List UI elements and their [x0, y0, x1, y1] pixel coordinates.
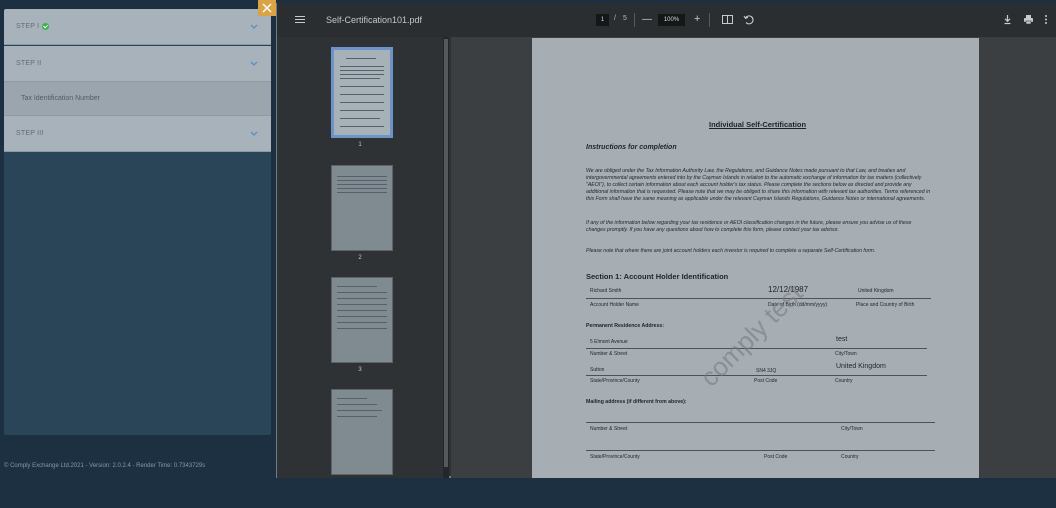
- page-number-input[interactable]: 1: [596, 14, 609, 26]
- thumbnail-scrollbar-thumb[interactable]: [444, 39, 448, 467]
- city-value: test: [836, 336, 848, 343]
- account-holder-name-value: Richard Smith: [590, 288, 622, 294]
- instructions-paragraph-3: Please note that where there are joint a…: [586, 248, 876, 254]
- thumbnail-page-number: 1: [358, 142, 362, 148]
- place-of-birth-value: United Kingdom: [858, 288, 894, 294]
- account-holder-name-label: Account Holder Name: [590, 302, 639, 308]
- chevron-down-icon[interactable]: [249, 23, 259, 31]
- step-ii-sub-item[interactable]: Tax Identification Number: [4, 82, 271, 116]
- more-options-icon[interactable]: [1042, 13, 1050, 26]
- pdf-viewer: Self-Certification101.pdf 1 / 5 — 100% +: [276, 3, 1056, 478]
- post-code-label: Post Code: [754, 378, 778, 384]
- field-underline: [586, 422, 935, 423]
- page-thumbnail-current[interactable]: [331, 47, 393, 138]
- field-underline: [586, 450, 935, 451]
- city-label: City/Town: [835, 351, 857, 357]
- step-i-header[interactable]: STEP I: [4, 9, 271, 45]
- section-1-title: Section 1: Account Holder Identification: [586, 272, 729, 281]
- step-iii-header[interactable]: STEP III: [4, 116, 271, 152]
- mailing-country-label: Country: [841, 454, 859, 460]
- page-total: 5: [623, 15, 627, 22]
- chevron-down-icon[interactable]: [249, 130, 259, 138]
- zoom-out-button[interactable]: —: [642, 14, 652, 26]
- permanent-address-label: Permanent Residence Address:: [586, 323, 664, 329]
- street-value: 5 Elmont Avenue: [590, 339, 628, 345]
- document-heading: Individual Self-Certification: [709, 120, 807, 129]
- page-separator: /: [614, 15, 616, 22]
- footer-version-text: © Comply Exchange Ltd.2021 - Version: 2.…: [4, 463, 206, 469]
- instructions-heading: Instructions for completion: [586, 144, 677, 151]
- chevron-down-icon[interactable]: [249, 60, 259, 68]
- pdf-toolbar: Self-Certification101.pdf 1 / 5 — 100% +: [277, 3, 1056, 37]
- step-ii-title: STEP II: [16, 60, 41, 67]
- step-iii-title: STEP III: [16, 130, 44, 137]
- download-icon[interactable]: [1001, 13, 1014, 26]
- mailing-address-label: Mailing address (if different from above…: [586, 399, 687, 405]
- field-underline: [586, 375, 927, 376]
- thumbnail-page-number: 2: [358, 255, 362, 261]
- step-ii-label: STEP II: [16, 60, 42, 67]
- step-iii-label: STEP III: [16, 130, 44, 137]
- country-value: United Kingdom: [836, 363, 886, 370]
- page-scrollbar[interactable]: [1051, 37, 1056, 478]
- close-icon[interactable]: [258, 0, 276, 16]
- state-value: Sutton: [590, 367, 605, 373]
- country-label: Country: [835, 378, 853, 384]
- state-label: State/Province/County: [590, 378, 640, 384]
- document-title: Self-Certification101.pdf: [326, 15, 423, 25]
- pdf-page: Individual Self-Certification Instructio…: [532, 38, 979, 478]
- thumbnail-page-number: 3: [358, 367, 362, 373]
- thumbnail-sidebar: 1 2 3: [277, 37, 443, 478]
- street-label: Number & Street: [590, 351, 628, 357]
- page-thumbnail[interactable]: [331, 165, 393, 251]
- tax-identification-number-link: Tax Identification Number: [21, 95, 100, 102]
- step-i-label: STEP I: [16, 23, 40, 30]
- instructions-paragraph-1: We are obliged under the Tax Information…: [586, 168, 931, 203]
- page-thumbnail[interactable]: [331, 389, 393, 475]
- toolbar-divider: [709, 13, 710, 27]
- rotate-icon[interactable]: [742, 13, 755, 26]
- mailing-street-label: Number & Street: [590, 426, 628, 432]
- wizard-panel: STEP I STEP II Tax Identification Number…: [4, 9, 271, 435]
- fit-page-icon[interactable]: [721, 13, 734, 26]
- page-thumbnail[interactable]: [331, 277, 393, 363]
- zoom-in-button[interactable]: +: [694, 13, 700, 26]
- menu-icon[interactable]: [295, 16, 305, 25]
- mailing-city-label: City/Town: [841, 426, 863, 432]
- post-code-value: SN4 3JQ: [756, 368, 777, 374]
- thumbnail-scrollbar[interactable]: [443, 37, 449, 478]
- mailing-state-label: State/Province/County: [590, 454, 640, 460]
- toolbar-divider: [634, 13, 635, 27]
- mailing-post-code-label: Post Code: [764, 454, 788, 460]
- print-icon[interactable]: [1022, 13, 1035, 26]
- step-i-title: STEP I: [16, 23, 50, 30]
- zoom-level-input[interactable]: 100%: [658, 14, 685, 26]
- place-of-birth-label: Place and Country of Birth: [856, 302, 915, 308]
- pdf-page-area[interactable]: Individual Self-Certification Instructio…: [451, 37, 1056, 478]
- field-underline: [586, 298, 931, 299]
- step-ii-header[interactable]: STEP II: [4, 46, 271, 82]
- instructions-paragraph-2: If any of the information below regardin…: [586, 220, 912, 234]
- check-circle-icon: [42, 23, 50, 30]
